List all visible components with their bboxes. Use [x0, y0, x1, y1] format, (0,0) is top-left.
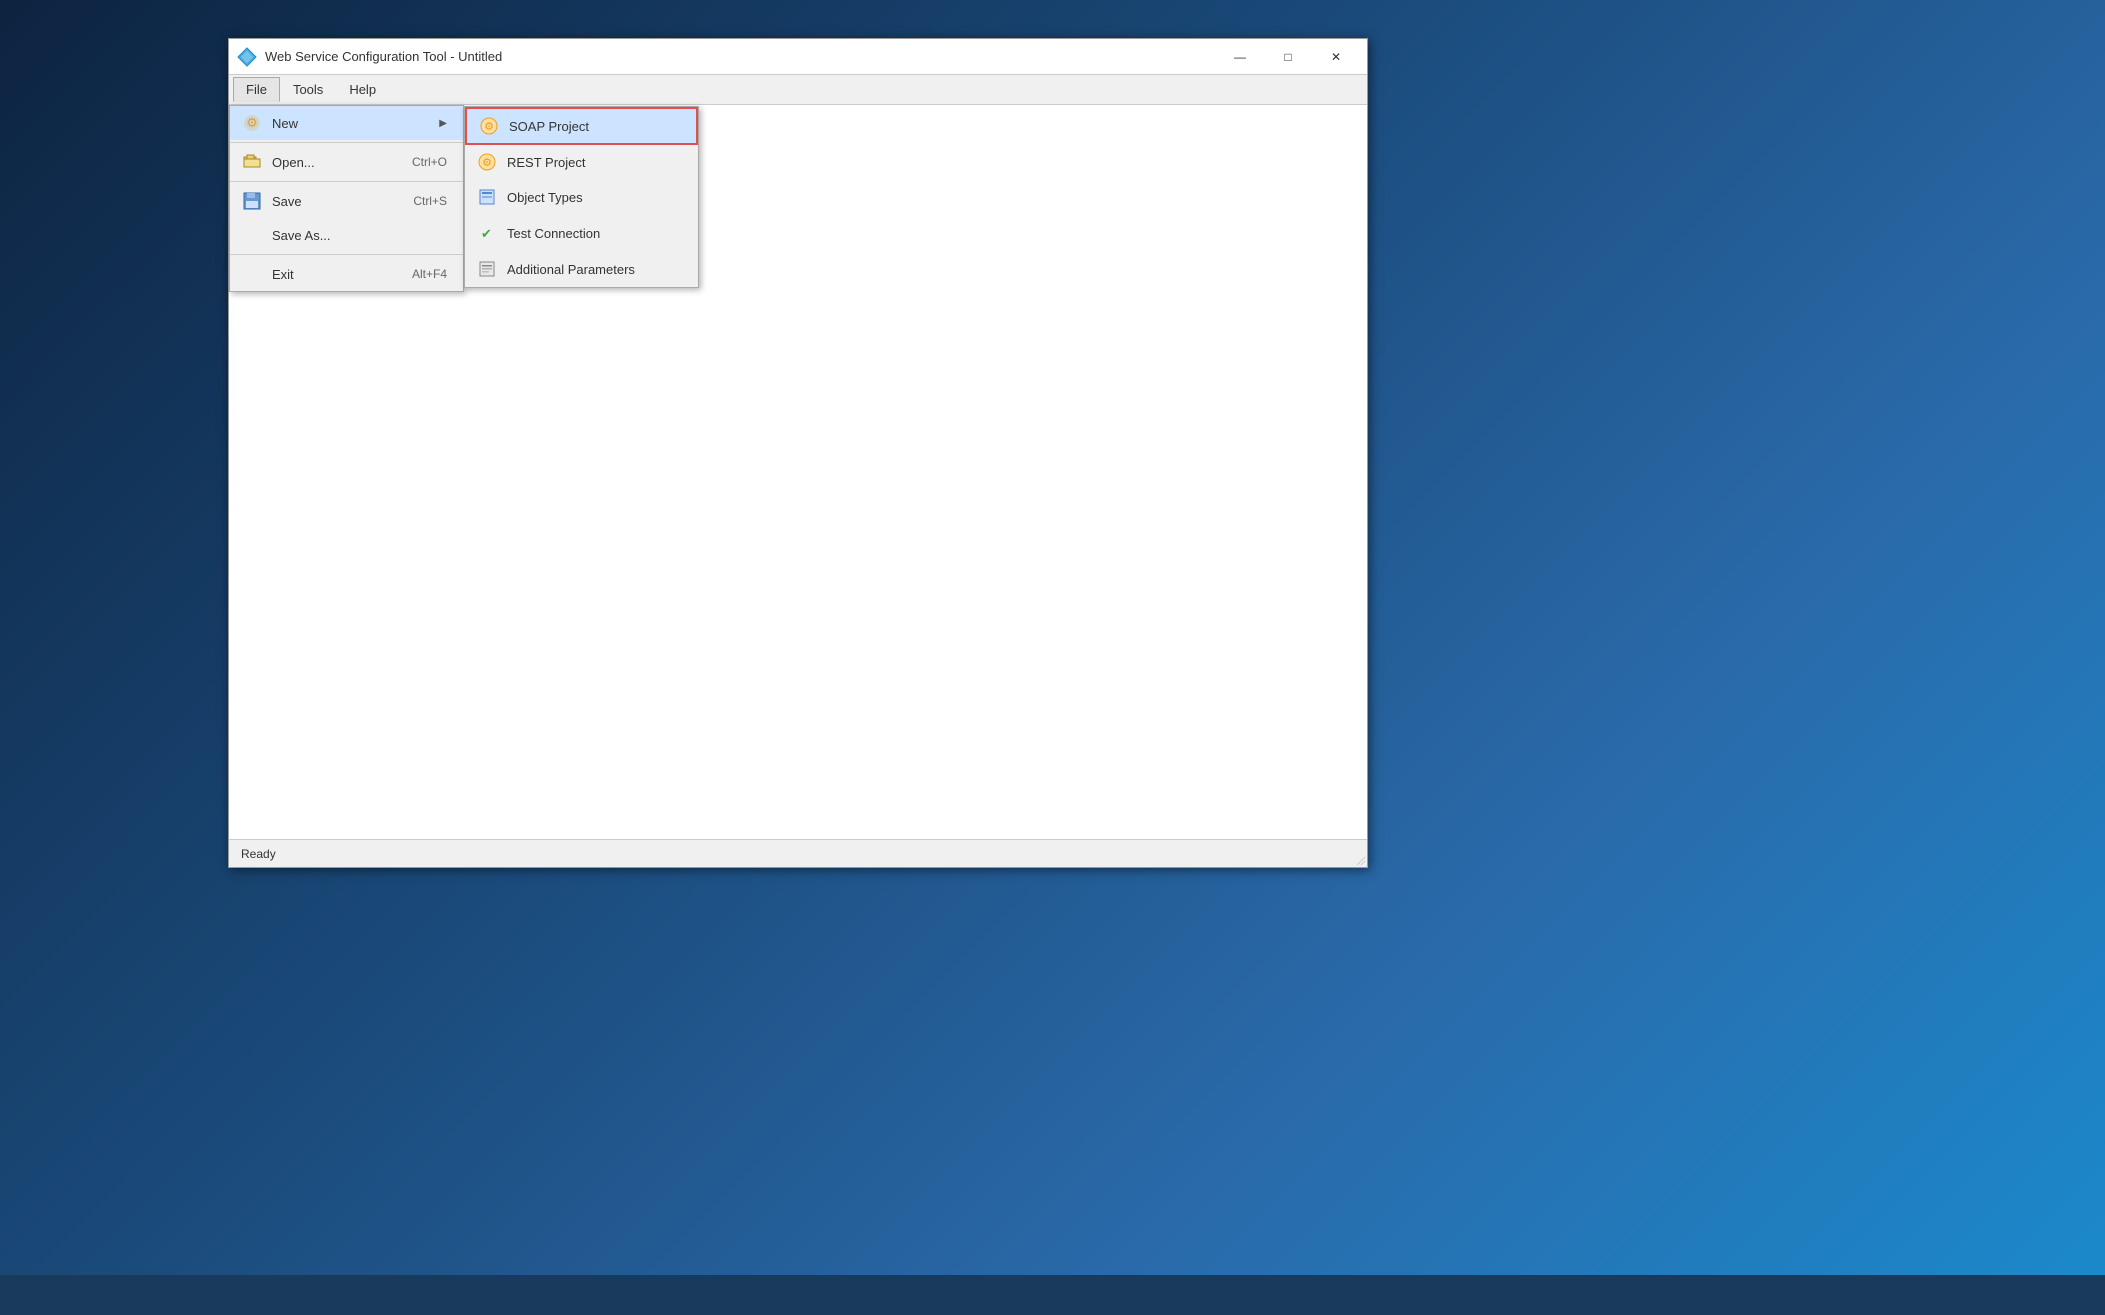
file-menu-dropdown: ⚙ New ▶ ⚙ SOAP Project	[229, 105, 464, 292]
menu-test-connection[interactable]: ✔ Test Connection	[465, 215, 698, 251]
new-icon: ⚙	[240, 113, 264, 133]
status-text: Ready	[241, 847, 276, 861]
svg-text:⚙: ⚙	[484, 121, 494, 133]
close-button[interactable]: ✕	[1313, 41, 1359, 73]
additional-params-icon	[475, 259, 499, 279]
new-submenu-arrow: ▶	[439, 118, 447, 129]
submenu-rest-project[interactable]: ⚙ REST Project	[465, 145, 698, 179]
soap-icon: ⚙	[477, 116, 501, 136]
menu-separator-3	[230, 254, 463, 255]
app-icon	[237, 47, 257, 67]
status-bar: Ready	[229, 839, 1367, 867]
svg-text:⚙: ⚙	[482, 157, 492, 169]
submenu-soap-project[interactable]: ⚙ SOAP Project	[465, 107, 698, 145]
menu-open[interactable]: Open... Ctrl+O	[230, 145, 463, 179]
menu-item-help[interactable]: Help	[336, 77, 389, 102]
test-connection-icon: ✔	[475, 223, 499, 243]
menu-new[interactable]: ⚙ New ▶ ⚙ SOAP Project	[230, 106, 463, 140]
menu-save-as[interactable]: Save As...	[230, 218, 463, 252]
open-icon	[240, 152, 264, 172]
menu-bar: File Tools Help ⚙ New ▶	[229, 75, 1367, 105]
app-window: Web Service Configuration Tool - Untitle…	[228, 38, 1368, 868]
minimize-button[interactable]: —	[1217, 41, 1263, 73]
object-types-icon	[475, 187, 499, 207]
save-icon	[240, 191, 264, 211]
menu-separator-2	[230, 181, 463, 182]
window-title: Web Service Configuration Tool - Untitle…	[265, 49, 1217, 64]
menu-save[interactable]: Save Ctrl+S	[230, 184, 463, 218]
rest-icon: ⚙	[475, 152, 499, 172]
resize-grip	[1353, 853, 1365, 865]
maximize-button[interactable]: □	[1265, 41, 1311, 73]
menu-object-types[interactable]: Object Types	[465, 179, 698, 215]
new-submenu: ⚙ SOAP Project ⚙ REST Project	[464, 106, 699, 288]
save-as-icon	[240, 225, 264, 245]
menu-separator-1	[230, 142, 463, 143]
window-controls: — □ ✕	[1217, 41, 1359, 73]
menu-item-tools[interactable]: Tools	[280, 77, 336, 102]
menu-item-file[interactable]: File	[233, 77, 280, 102]
svg-text:⚙: ⚙	[246, 115, 258, 130]
menu-additional-parameters[interactable]: Additional Parameters	[465, 251, 698, 287]
exit-icon	[240, 264, 264, 284]
menu-exit[interactable]: Exit Alt+F4	[230, 257, 463, 291]
title-bar: Web Service Configuration Tool - Untitle…	[229, 39, 1367, 75]
svg-text:✔: ✔	[481, 226, 492, 241]
